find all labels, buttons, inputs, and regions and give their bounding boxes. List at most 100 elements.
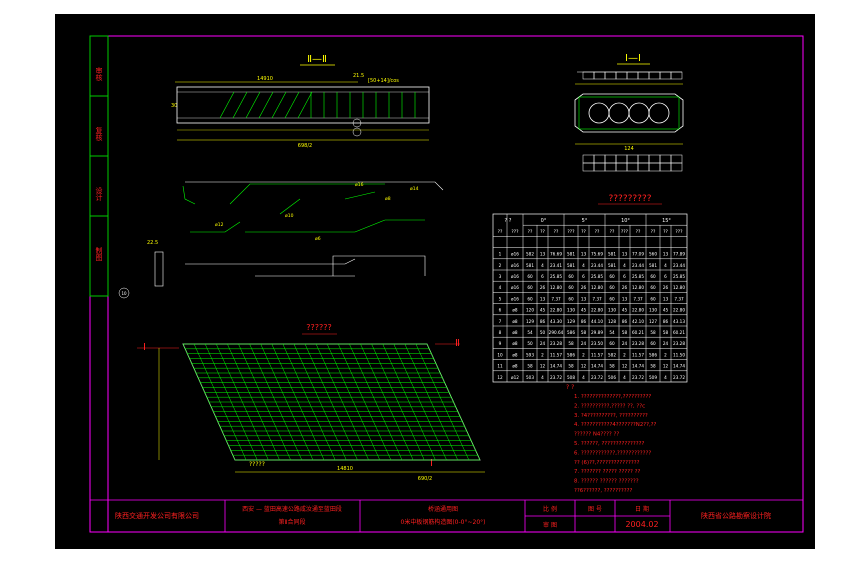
note-line: ?????? N4???? ??: [574, 432, 619, 438]
table-cell: 60: [527, 296, 533, 301]
section-cell: [604, 162, 617, 172]
section-i-i: Ⅰ—Ⅰ 124: [574, 53, 684, 172]
svg-text:22.5: 22.5: [147, 240, 158, 246]
drawing-line-1: 桥涵通用图: [428, 505, 458, 513]
drawing-canvas: 审核 复核 设计 制图 Ⅱ—Ⅱ 14910 21.5 [50+14]/cos 3…: [89, 35, 804, 533]
table-sub-header: ??: [581, 229, 586, 235]
table-cell: 10: [497, 352, 503, 357]
table-cell: 22.80: [673, 308, 685, 313]
table-cell: 6: [541, 274, 544, 279]
table-sub-header: ???: [511, 229, 519, 235]
section-cell: [593, 71, 606, 80]
section-cell: [626, 71, 639, 80]
bar-tag: ø6: [315, 236, 321, 242]
bar-tag: ø12: [215, 222, 224, 228]
label-drawing-no: 图 号: [588, 506, 602, 513]
table-cell: 86: [622, 319, 628, 324]
table-cell: 45: [581, 308, 587, 313]
table-cell: 50: [527, 341, 533, 346]
side-label-check: 复核: [95, 126, 103, 142]
table-cell: 75.69: [591, 252, 603, 257]
table-cell: 60: [609, 274, 615, 279]
table-cell: 7.37: [592, 296, 602, 301]
stirrup-diag: [258, 91, 274, 119]
table-cell: 24: [663, 341, 669, 346]
table-cell: 4: [541, 375, 544, 380]
table-cell: 6: [664, 274, 667, 279]
table-cell: 13: [622, 252, 628, 257]
table-cell: 60: [650, 285, 656, 290]
table-sub-header: ??: [651, 229, 656, 235]
table-cell: 77.89: [673, 252, 685, 257]
table-cell: 86: [663, 319, 669, 324]
note-line: ??6??????, ??????????: [574, 488, 632, 494]
drawing-line-2: 0米中板钢筋构造图(0-0°~20°): [401, 518, 486, 526]
table-cell: 586: [567, 330, 575, 335]
bar-tag: ø16: [355, 182, 364, 188]
table-cell: 2: [499, 263, 502, 268]
table-cell: 4: [541, 263, 544, 268]
table-sub-header: ??: [528, 229, 533, 235]
section-cell: [593, 162, 606, 172]
table-cell: 4: [664, 263, 667, 268]
table-sub-header: ??: [554, 229, 559, 235]
bar-tag: ø14: [410, 186, 419, 192]
label-scale: 比 例: [543, 505, 557, 513]
table-cell: 13: [581, 252, 587, 257]
table-cell: 9: [499, 341, 502, 346]
table-cell: 54: [609, 330, 615, 335]
table-cell: 6: [623, 274, 626, 279]
table-group-header: ? ?: [505, 218, 512, 224]
table-cell: 593: [526, 352, 534, 357]
table-cell: 26: [622, 285, 628, 290]
table-cell: 4: [664, 375, 667, 380]
table-cell: 8: [499, 330, 502, 335]
bar-tag: ø8: [385, 196, 391, 202]
section-ii-title: Ⅱ—Ⅱ: [307, 54, 327, 65]
section-cell: [626, 154, 639, 164]
table-cell: 1: [499, 252, 502, 257]
note-line: 8. ?????? ?????? ???????: [574, 479, 639, 485]
rebar-table: ????????? ? ? 0° 5° 10° 15°?????????????????…: [492, 194, 688, 383]
table-cell: 4: [582, 375, 585, 380]
stirrup-diag: [232, 91, 248, 119]
table-cell: 503: [526, 375, 534, 380]
dim-bottom: 698/2: [298, 143, 312, 149]
table-cell: 86: [540, 319, 546, 324]
table-cell: 12: [540, 364, 546, 369]
table-cell: 23.44: [591, 263, 603, 268]
table-cell: 25.85: [632, 274, 644, 279]
note-line: 3. ?4??????????, ??????????: [574, 413, 648, 419]
table-cell: ø16: [511, 296, 519, 301]
note-line: 5. ??????, ???????????????: [574, 441, 645, 447]
table-cell: 26: [540, 285, 546, 290]
note-line: ?? (6)??,???????????????: [574, 460, 640, 466]
table-cell: 23.44: [673, 263, 685, 268]
table-cell: 58: [650, 364, 656, 369]
dim-total-length: 14910: [257, 76, 273, 82]
table-cell: 43.30: [550, 319, 562, 324]
table-cell: 4: [623, 263, 626, 268]
table-cell: 13: [540, 296, 546, 301]
table-cell: 60: [609, 285, 615, 290]
table-cell: 581: [567, 263, 575, 268]
note-line: 1. ??????????????,??????????: [574, 394, 651, 400]
table-cell: 13: [663, 252, 669, 257]
company-name: 陕西交通开发公司有限公司: [115, 511, 199, 520]
table-cell: 45: [663, 308, 669, 313]
table-cell: 23.72: [632, 375, 644, 380]
table-cell: 13: [540, 252, 546, 257]
table-cell: 11.57: [550, 352, 562, 357]
table-cell: 128: [608, 319, 616, 324]
table-cell: 23.28: [550, 341, 562, 346]
table-cell: 60: [527, 285, 533, 290]
table-cell: 45: [622, 308, 628, 313]
table-cell: ø16: [511, 252, 519, 257]
table-sub-header: ???: [621, 229, 629, 235]
table-cell: ø16: [511, 263, 519, 268]
cad-viewport[interactable]: 审核 复核 设计 制图 Ⅱ—Ⅱ 14910 21.5 [50+14]/cos 3…: [55, 14, 815, 549]
section-cell: [615, 162, 628, 172]
table-cell: 60: [568, 274, 574, 279]
project-line-1: 西安 — 蓝田高速公路咸汝通至蓝田段: [242, 505, 342, 513]
section-cell: [670, 71, 683, 80]
